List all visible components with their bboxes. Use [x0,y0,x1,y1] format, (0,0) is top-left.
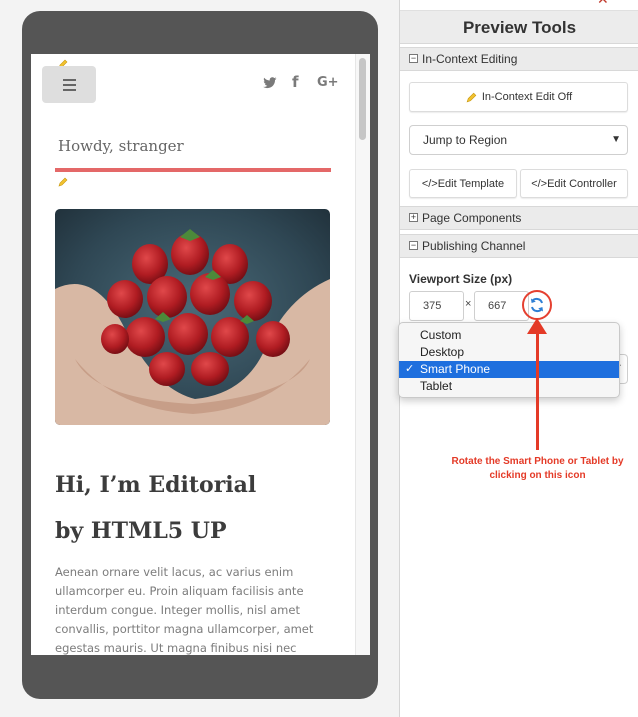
section-label: In-Context Editing [422,52,518,66]
viewport-height-input[interactable]: 667 [474,291,529,321]
annotation-arrow-line [536,328,539,450]
jump-to-region-select[interactable]: Jump to Region ▼ [409,125,628,155]
heading-line-1: Hi, I’m Editorial [55,472,257,498]
section-label: Page Components [422,211,522,225]
expand-icon: + [409,212,418,222]
section-publishing-channel[interactable]: − Publishing Channel [400,234,638,258]
collapse-icon: − [409,240,418,250]
collapse-icon: − [409,53,418,63]
stage: f G+ Howdy, stranger Hi, I’m Editorial b… [0,0,638,717]
chevron-down-icon: ▼ [611,134,621,145]
viewport-width-input[interactable]: 375 [409,291,464,321]
button-label: </>Edit Controller [531,177,617,190]
in-context-edit-button[interactable]: In-Context Edit Off [409,82,628,112]
hamburger-line [62,78,76,81]
greeting-text: Howdy, stranger [58,137,184,155]
section-page-components[interactable]: + Page Components [400,206,638,230]
facebook-icon[interactable]: f [292,73,299,91]
device-option-desktop[interactable]: Desktop [399,344,619,361]
google-plus-icon[interactable]: G+ [317,75,339,90]
edit-controller-button[interactable]: </>Edit Controller [520,169,628,198]
pencil-icon[interactable] [57,176,69,188]
section-in-context-editing[interactable]: − In-Context Editing [400,47,638,71]
heading-line-2: by HTML5 UP [55,518,227,544]
intro-paragraph: Aenean ornare velit lacus, ac varius eni… [55,565,314,655]
check-icon: ✓ [405,363,415,375]
viewport-separator: × [465,298,472,310]
pencil-icon [466,92,477,102]
option-label: Smart Phone [420,362,491,376]
section-label: Publishing Channel [422,239,526,253]
scrollbar-thumb[interactable] [359,58,366,140]
edit-template-button[interactable]: </>Edit Template [409,169,517,198]
scrollbar-track[interactable] [355,54,370,655]
accent-divider [55,168,331,172]
close-icon[interactable]: ✕ [597,0,609,8]
twitter-icon[interactable] [263,77,277,89]
rotate-device-button[interactable] [522,290,552,320]
panel-title: Preview Tools [400,10,638,44]
refresh-icon [531,297,543,313]
device-option-tablet[interactable]: Tablet [399,378,619,395]
option-label: Tablet [420,379,453,393]
annotation-text: Rotate the Smart Phone or Tablet by clic… [451,456,624,481]
option-label: Custom [420,328,462,342]
menu-button[interactable] [42,66,96,103]
select-value: Jump to Region [423,133,508,147]
device-option-custom[interactable]: Custom [399,327,619,344]
viewport-size-label: Viewport Size (px) [409,272,513,286]
option-label: Desktop [420,345,465,359]
hamburger-line [62,83,76,86]
device-option-smart-phone[interactable]: ✓ Smart Phone [399,361,619,378]
phone-screen: f G+ Howdy, stranger Hi, I’m Editorial b… [31,54,370,655]
button-label: </>Edit Template [421,177,505,190]
button-label: In-Context Edit Off [481,91,573,103]
hamburger-line [62,88,76,91]
strawberries-image [55,209,330,425]
device-dropdown-menu[interactable]: Custom Desktop ✓ Smart Phone Tablet [398,322,620,398]
